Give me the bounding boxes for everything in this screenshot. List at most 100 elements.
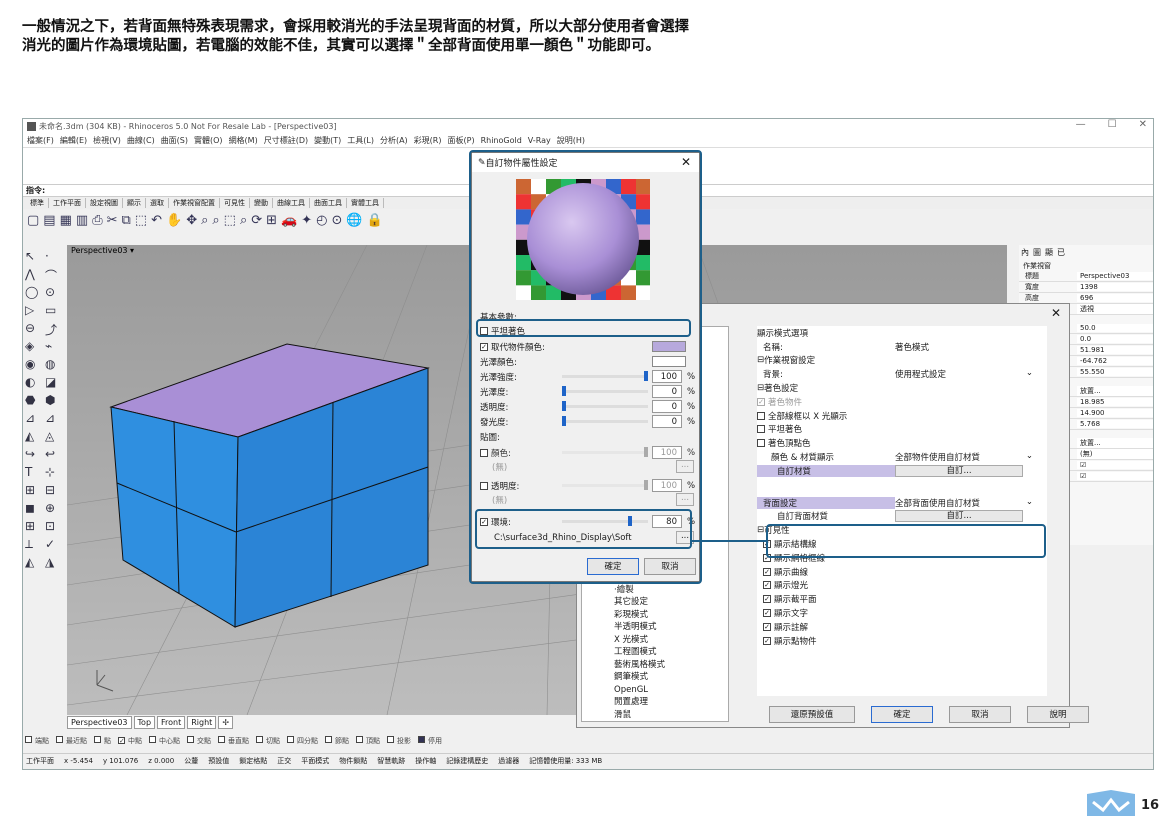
toolbar-icon[interactable]: ⎙ <box>92 213 102 228</box>
backface-select[interactable]: 全部背面使用自訂材質 ⌄ <box>895 497 1047 509</box>
panel-tab[interactable]: 內 <box>1021 247 1029 259</box>
panel-row-value[interactable]: ☑ <box>1077 461 1153 469</box>
osnap-checkbox[interactable]: 停用 <box>418 736 442 746</box>
menu-item[interactable]: 實體(O) <box>194 135 223 146</box>
menu-item[interactable]: 變動(T) <box>314 135 341 146</box>
shade-objects-checkbox[interactable]: ✓ 著色物件 <box>757 395 1047 409</box>
tool-icon[interactable]: ◼ <box>25 501 45 519</box>
panel-row-value[interactable]: 55.550 <box>1077 368 1153 376</box>
tool-icon[interactable]: ◭ <box>25 429 45 447</box>
osnap-checkbox[interactable]: 最近點 <box>56 736 87 746</box>
toolbar-tab[interactable]: 設定視圖 <box>86 198 123 208</box>
panel-tab[interactable]: 圖 <box>1033 247 1041 259</box>
minimize-button[interactable]: — <box>1076 119 1086 130</box>
status-field[interactable]: 物件鎖點 <box>339 756 367 766</box>
panel-row-value[interactable]: 14.900 <box>1077 409 1153 417</box>
toolbar-icon[interactable]: ⌕ <box>240 213 247 228</box>
restore-defaults-button[interactable]: 還原預設值 <box>769 706 855 723</box>
status-field[interactable]: x -5.454 <box>64 757 93 765</box>
tool-icon[interactable]: ↪ <box>25 447 45 465</box>
tool-icon[interactable]: ◉ <box>25 357 45 375</box>
toolbar-tab[interactable]: 標準 <box>26 198 49 208</box>
toolbar-icon[interactable]: ⌕ <box>212 213 219 228</box>
tool-icon[interactable]: ⊕ <box>45 501 65 519</box>
name-value[interactable]: 著色模式 <box>895 341 1047 353</box>
osnap-checkbox[interactable]: 切點 <box>256 736 280 746</box>
tree-item[interactable]: 鋼筆模式 <box>582 671 728 684</box>
tool-icon[interactable]: ⌒ <box>45 267 65 285</box>
tool-icon[interactable]: ↖ <box>25 249 45 267</box>
help-button[interactable]: 說明 <box>1027 706 1089 723</box>
tool-icon[interactable]: ◍ <box>45 357 65 375</box>
tool-icon[interactable]: ⤴ <box>45 321 65 339</box>
toolbar-icon[interactable]: ⊙ <box>331 213 342 228</box>
tool-icon[interactable]: ⊡ <box>45 519 65 537</box>
status-field[interactable]: 正交 <box>277 756 291 766</box>
toolbar-tab[interactable]: 曲面工具 <box>310 198 347 208</box>
ok-button[interactable]: 確定 <box>871 706 933 723</box>
menu-item[interactable]: 編輯(E) <box>60 135 87 146</box>
panel-row-value[interactable]: 51.981 <box>1077 346 1153 354</box>
toolbar-icon[interactable]: ▢ <box>27 213 39 228</box>
viewport-tab[interactable]: Top <box>133 716 156 729</box>
panel-row-value[interactable]: 696 <box>1077 294 1153 302</box>
toolbar-icon[interactable]: ⧉ <box>122 213 131 228</box>
viewport-tab[interactable]: Front <box>157 716 186 729</box>
toolbar-tab[interactable]: 變動 <box>250 198 273 208</box>
tool-icon[interactable]: ▭ <box>45 303 65 321</box>
osnap-checkbox[interactable]: 節點 <box>325 736 349 746</box>
toolbar-tab[interactable]: 顯示 <box>123 198 146 208</box>
toolbar-tab[interactable]: 作業視窗配置 <box>169 198 220 208</box>
panel-row-value[interactable]: 50.0 <box>1077 324 1153 332</box>
toolbar-tab[interactable]: 曲線工具 <box>273 198 310 208</box>
menu-item[interactable]: 工具(L) <box>347 135 374 146</box>
color-material-select[interactable]: 全部物件使用自訂材質 ⌄ <box>895 451 1047 463</box>
toolbar-icon[interactable]: ✂ <box>107 213 118 228</box>
status-field[interactable]: 記憶體使用量: 333 MB <box>529 756 602 766</box>
background-select[interactable]: 使用程式設定 ⌄ <box>895 368 1047 380</box>
tool-icon[interactable]: ⌁ <box>45 339 65 357</box>
panel-tab[interactable]: 已 <box>1057 247 1065 259</box>
toolbar-icon[interactable]: ✥ <box>186 213 197 228</box>
toolbar-icon[interactable]: ✦ <box>301 213 312 228</box>
status-field[interactable]: 鎖定格點 <box>239 756 267 766</box>
status-field[interactable]: z 0.000 <box>148 757 174 765</box>
toolbar-icon[interactable]: ⌕ <box>201 213 208 228</box>
menu-item[interactable]: 檔案(F) <box>27 135 54 146</box>
tree-item[interactable]: ·繪製 <box>582 584 728 597</box>
tree-item[interactable]: OpenGL <box>582 684 728 697</box>
tool-icon[interactable]: ⊖ <box>25 321 45 339</box>
toolbar-icon[interactable]: ◴ <box>316 213 327 228</box>
tool-icon[interactable]: ⊿ <box>45 411 65 429</box>
osnap-checkbox[interactable]: ✓ 中點 <box>118 736 142 746</box>
osnap-checkbox[interactable]: 端點 <box>25 736 49 746</box>
close-button[interactable]: ✕ <box>1139 119 1147 130</box>
osnap-checkbox[interactable]: 交點 <box>187 736 211 746</box>
osnap-checkbox[interactable]: 點 <box>94 736 111 746</box>
tool-icon[interactable]: ⊹ <box>45 465 65 483</box>
menu-item[interactable]: 面板(P) <box>448 135 475 146</box>
menu-item[interactable]: 檢視(V) <box>93 135 121 146</box>
menu-item[interactable]: 分析(A) <box>380 135 408 146</box>
tree-item[interactable]: X 光模式 <box>582 634 728 647</box>
osnap-checkbox[interactable]: 四分點 <box>287 736 318 746</box>
status-field[interactable]: y 101.076 <box>103 757 138 765</box>
tree-item[interactable]: 其它設定 <box>582 596 728 609</box>
toolbar-icon[interactable]: 🔒 <box>367 213 383 228</box>
status-field[interactable]: 過濾器 <box>498 756 519 766</box>
menu-item[interactable]: 網格(M) <box>229 135 258 146</box>
toolbar-icon[interactable]: ⊞ <box>266 213 277 228</box>
panel-row-value[interactable]: Perspective03 <box>1077 272 1153 280</box>
toolbar-icon[interactable]: ↶ <box>151 213 162 228</box>
tool-icon[interactable]: ◈ <box>25 339 45 357</box>
viewport-tab[interactable]: Right <box>187 716 217 729</box>
panel-row-value[interactable]: (無) <box>1077 449 1153 459</box>
status-field[interactable]: 公釐 <box>184 756 198 766</box>
vertex-colors-checkbox[interactable]: 著色頂點色 <box>757 436 1047 450</box>
tool-icon[interactable]: ⊞ <box>25 519 45 537</box>
close-icon[interactable]: ✕ <box>1051 306 1061 320</box>
cancel-button[interactable]: 取消 <box>949 706 1011 723</box>
toolbar-icon[interactable]: 🚗 <box>281 213 297 228</box>
tool-icon[interactable]: ▷ <box>25 303 45 321</box>
tree-item[interactable]: 彩現模式 <box>582 609 728 622</box>
